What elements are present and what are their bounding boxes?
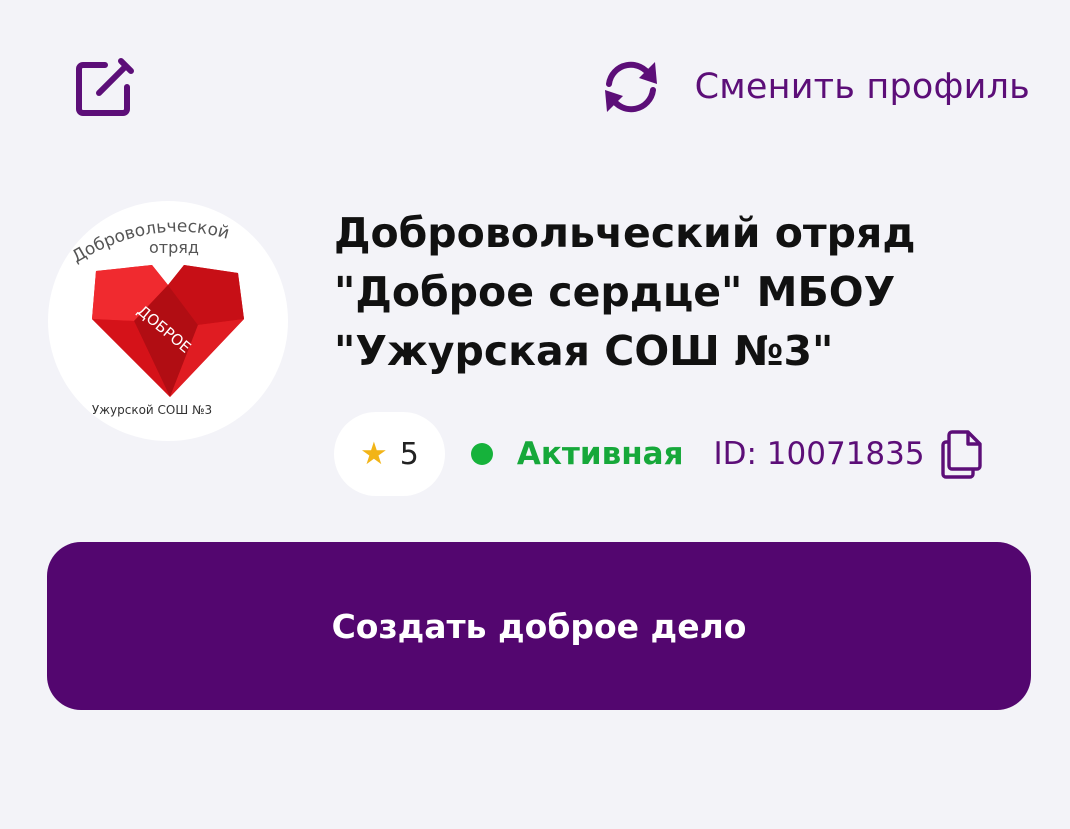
edit-square-icon <box>76 58 134 116</box>
heart-logo-icon: Добровольческой отряд ДОБРОЕ СЕРДЦЕ Ужур… <box>69 217 254 417</box>
avatar: Добровольческой отряд ДОБРОЕ СЕРДЦЕ Ужур… <box>48 201 288 441</box>
rating-value: 5 <box>399 436 419 472</box>
status-label: Активная <box>516 436 684 472</box>
profile-meta-row: ★ 5 Активная ID: 10071835 <box>334 412 985 496</box>
create-good-deed-button[interactable]: Создать доброе дело <box>47 542 1031 710</box>
logo-bottom-text: Ужурской СОШ №3 <box>92 403 212 417</box>
status-badge: Активная <box>470 436 684 472</box>
edit-button[interactable] <box>66 50 142 126</box>
switch-profile-label: Сменить профиль <box>694 67 1030 107</box>
organization-id: ID: 10071835 <box>713 436 925 472</box>
copy-id-button[interactable] <box>939 427 985 481</box>
star-icon: ★ <box>360 435 388 472</box>
rating-badge: ★ 5 <box>334 412 445 496</box>
refresh-icon <box>604 61 657 113</box>
page-title: Добровольческий отряд "Доброе сердце" МБ… <box>334 209 916 375</box>
copy-icon <box>940 430 982 479</box>
status-dot-icon <box>470 443 493 465</box>
switch-profile-button[interactable]: Сменить профиль <box>595 52 1030 122</box>
logo-top-text-2: отряд <box>149 238 199 257</box>
